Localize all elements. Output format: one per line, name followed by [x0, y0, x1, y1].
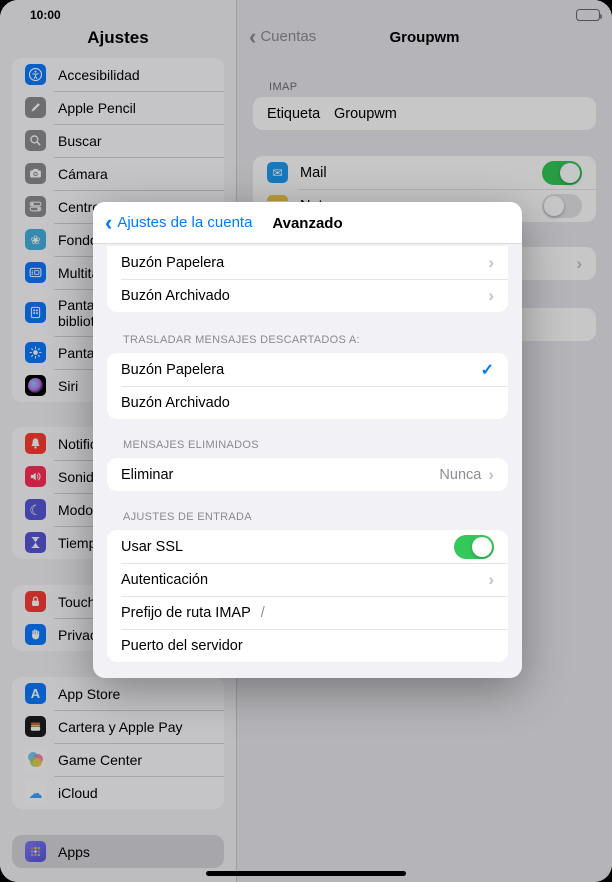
discard-options-card: Buzón Papelera ✓ Buzón Archivado [107, 353, 508, 419]
sidebar-item-game-center[interactable]: Game Center [12, 743, 224, 776]
row-label: Buzón Papelera [121, 362, 224, 378]
chevron-right-icon: › [488, 287, 494, 304]
camera-icon [25, 163, 46, 184]
sidebar-item-apps[interactable]: Apps [12, 835, 224, 868]
home-indicator[interactable] [206, 871, 406, 876]
etiqueta-value: Groupwm [334, 106, 397, 122]
control-center-icon [25, 196, 46, 217]
etiqueta-card: Etiqueta Groupwm [253, 97, 596, 130]
buzon-papelera-row[interactable]: Buzón Papelera › [107, 246, 508, 279]
sidebar-item-app-store[interactable]: A App Store [12, 677, 224, 710]
sidebar-item-buscar[interactable]: Buscar [12, 124, 224, 157]
app-store-icon: A [25, 683, 46, 704]
clock: 10:00 [30, 8, 61, 22]
puerto-servidor-row[interactable]: Puerto del servidor [107, 629, 508, 662]
chevron-right-icon: › [488, 254, 494, 271]
status-bar: 10:00 [0, 0, 612, 24]
sidebar-item-label: Apps [58, 844, 216, 860]
row-label: Puerto del servidor [121, 638, 243, 654]
discard-option-archivado[interactable]: Buzón Archivado [107, 386, 508, 419]
avanzado-modal: ‹Ajustes de la cuenta Avanzado Buzón Pap… [93, 202, 522, 678]
row-label: Buzón Archivado [121, 395, 230, 411]
modal-header: ‹Ajustes de la cuenta Avanzado [93, 202, 522, 244]
sidebar-item-label: Buscar [58, 133, 216, 149]
sidebar-item-label: iCloud [58, 785, 216, 801]
modal-title: Avanzado [93, 215, 522, 232]
notes-toggle[interactable] [542, 194, 582, 218]
mail-label: Mail [300, 165, 542, 181]
lock-icon [25, 591, 46, 612]
hourglass-icon [25, 532, 46, 553]
discard-section-header: TRASLADAR MENSAJES DESCARTADOS A: [123, 334, 506, 346]
incoming-card: Usar SSL Autenticación › Prefijo de ruta… [107, 530, 508, 662]
prefijo-ruta-imap-row[interactable]: Prefijo de ruta IMAP / [107, 596, 508, 629]
pencil-icon [25, 97, 46, 118]
discard-option-papelera[interactable]: Buzón Papelera ✓ [107, 353, 508, 386]
imap-section-header: IMAP [269, 81, 596, 93]
autenticacion-row[interactable]: Autenticación › [107, 563, 508, 596]
ssl-toggle[interactable] [454, 535, 494, 559]
sidebar-item-label: Cámara [58, 166, 216, 182]
mail-toggle-row: ✉ Mail [253, 156, 596, 189]
sidebar-item-label: Game Center [58, 752, 216, 768]
wallet-icon [25, 716, 46, 737]
bell-icon [25, 433, 46, 454]
sidebar-group-5: Apps [12, 835, 224, 868]
sidebar-item-camara[interactable]: Cámara [12, 157, 224, 190]
mail-icon: ✉ [267, 162, 288, 183]
row-label: Autenticación [121, 572, 208, 588]
row-label: Buzón Papelera [121, 255, 224, 271]
incoming-section-header: AJUSTES DE ENTRADA [123, 511, 506, 523]
deleted-section-header: MENSAJES ELIMINADOS [123, 439, 506, 451]
ipad-screen: 10:00 Ajustes Accesibilidad Apple Pencil… [0, 0, 612, 882]
sidebar-item-label: Accesibilidad [58, 67, 216, 83]
row-label: Usar SSL [121, 539, 183, 555]
detail-title: Groupwm [237, 29, 612, 46]
siri-icon [25, 375, 46, 396]
chevron-right-icon: › [488, 466, 494, 483]
moon-icon: ☾ [25, 499, 46, 520]
sidebar-item-icloud[interactable]: ☁ iCloud [12, 776, 224, 809]
game-center-icon [25, 749, 46, 770]
mailbox-group-card: Buzón Papelera › Buzón Archivado › [107, 246, 508, 312]
etiqueta-row[interactable]: Etiqueta Groupwm [253, 97, 596, 130]
hand-icon [25, 624, 46, 645]
sidebar-item-label: Cartera y Apple Pay [58, 719, 216, 735]
row-label: Prefijo de ruta IMAP [121, 605, 251, 621]
sidebar-item-label: Apple Pencil [58, 100, 216, 116]
usar-ssl-row: Usar SSL [107, 530, 508, 563]
chevron-right-icon: › [488, 571, 494, 588]
wallpaper-icon: ❀ [25, 229, 46, 250]
deleted-card: Eliminar Nunca › [107, 458, 508, 491]
brightness-icon [25, 342, 46, 363]
imap-path-prefix-field[interactable]: / [261, 605, 265, 621]
sidebar-item-cartera[interactable]: Cartera y Apple Pay [12, 710, 224, 743]
row-label: Buzón Archivado [121, 288, 230, 304]
speaker-icon [25, 466, 46, 487]
row-label: Eliminar [121, 467, 173, 483]
eliminar-row[interactable]: Eliminar Nunca › [107, 458, 508, 491]
sidebar-item-label: App Store [58, 686, 216, 702]
etiqueta-label: Etiqueta [267, 106, 334, 122]
multitask-icon [25, 262, 46, 283]
sidebar-item-accesibilidad[interactable]: Accesibilidad [12, 58, 224, 91]
sidebar-group-4: A App Store Cartera y Apple Pay Game Cen… [12, 677, 224, 809]
accessibility-icon [25, 64, 46, 85]
battery-icon [576, 9, 600, 21]
mail-toggle[interactable] [542, 161, 582, 185]
eliminar-value: Nunca [439, 467, 481, 483]
apps-icon [25, 841, 46, 862]
chevron-right-icon: › [576, 255, 582, 272]
checkmark-icon: ✓ [481, 360, 494, 380]
search-icon [25, 130, 46, 151]
home-screen-icon [25, 302, 46, 323]
icloud-icon: ☁ [25, 782, 46, 803]
sidebar-item-apple-pencil[interactable]: Apple Pencil [12, 91, 224, 124]
buzon-archivado-row[interactable]: Buzón Archivado › [107, 279, 508, 312]
